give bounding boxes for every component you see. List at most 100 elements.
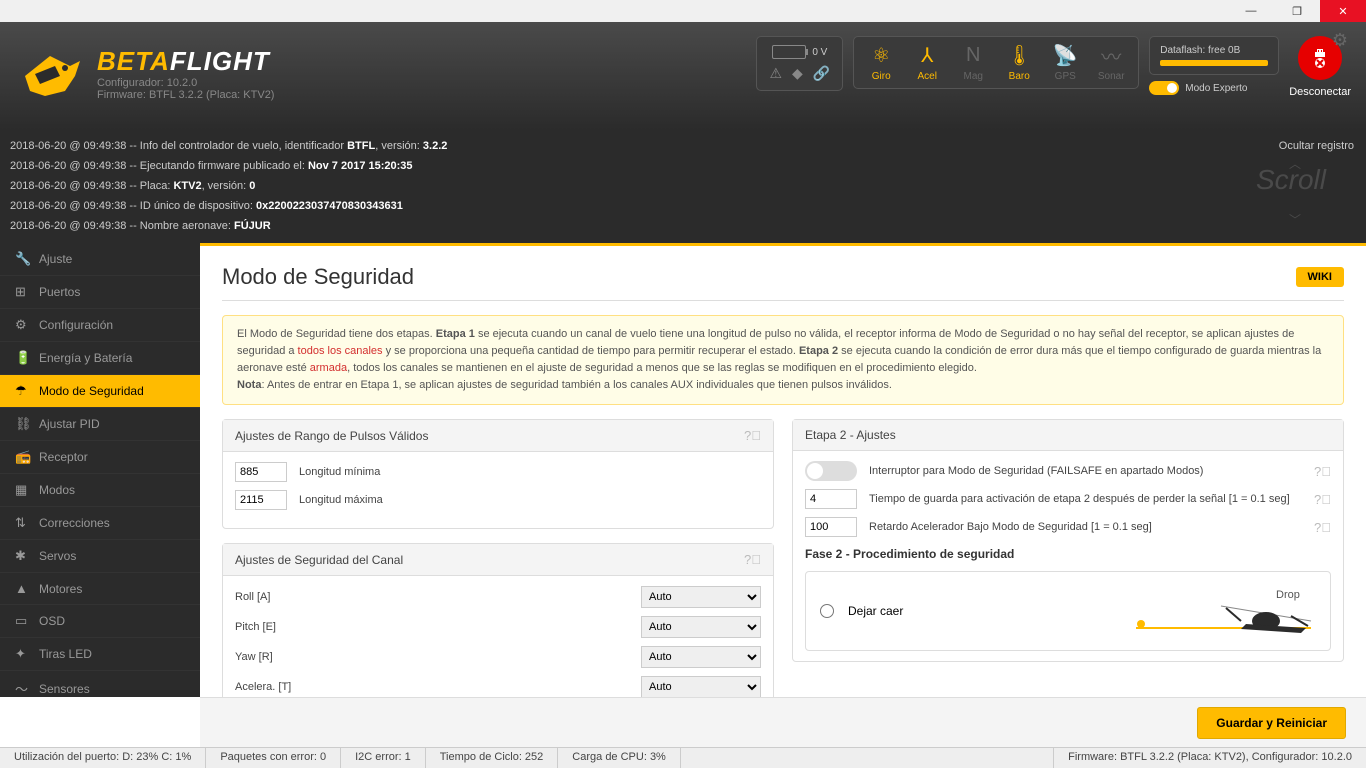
voltage-panel: 0 V ⚠ ◆ 🔗 [756, 36, 843, 91]
sidebar-item-modo-de-seguridad[interactable]: ☂Modo de Seguridad [0, 375, 200, 408]
sensor-gps: 📡GPS [1042, 43, 1088, 82]
window-maximize[interactable]: ❐ [1274, 0, 1320, 22]
settings-gear-icon[interactable]: ⚙ [1332, 30, 1348, 51]
min-length-label: Longitud mínima [299, 466, 761, 478]
sidebar-icon: ✦ [15, 646, 29, 662]
failsafe-switch-toggle[interactable] [805, 461, 857, 481]
sidebar-item-receptor[interactable]: 📻Receptor [0, 441, 200, 474]
sidebar-icon: ⇅ [15, 515, 29, 531]
channel-mode-select[interactable]: Auto [641, 616, 761, 638]
drop-procedure-option[interactable]: Dejar caer Drop [805, 571, 1331, 651]
window-minimize[interactable]: — [1228, 0, 1274, 22]
sidebar-item-sensores[interactable]: 〜Sensores [0, 671, 200, 697]
channel-mode-select[interactable]: Auto [641, 586, 761, 608]
sidebar-icon: 〜 [15, 679, 29, 697]
cpu-load: Carga de CPU: 3% [558, 748, 681, 768]
phase2-heading: Fase 2 - Procedimiento de seguridad [805, 547, 1331, 561]
sidebar-item-ajustar-pid[interactable]: ⛓ Ajustar PID [0, 408, 200, 441]
throttle-delay-input[interactable] [805, 517, 857, 537]
sidebar-item-label: Ajustar PID [39, 417, 100, 431]
dataflash-bar [1160, 60, 1268, 66]
sidebar-icon: ⊞ [15, 284, 29, 300]
sensor-giro: ⚛ Giro [858, 43, 904, 82]
sensor-label: Sonar [1098, 71, 1125, 82]
i2c-errors: I2C error: 1 [341, 748, 426, 768]
help-icon[interactable]: ?⃝ [1314, 464, 1331, 479]
sidebar-item-label: Receptor [39, 450, 88, 464]
firmware-version: Firmware: BTFL 3.2.2 (Placa: KTV2) [97, 89, 274, 101]
sidebar-icon: ⚙ [15, 317, 29, 333]
sidebar-icon: ⛓ [15, 416, 29, 432]
channel-mode-select[interactable]: Auto [641, 646, 761, 668]
sensor-baro: 🌡Baro [996, 43, 1042, 82]
sidebar-item-label: Motores [39, 582, 82, 596]
guard-time-label: Tiempo de guarda para activación de etap… [869, 493, 1302, 505]
sensor-icon: ⅄ [921, 43, 933, 67]
help-icon[interactable]: ?⃝ [1314, 520, 1331, 535]
help-icon[interactable]: ?⃝ [744, 552, 761, 567]
help-icon[interactable]: ?⃝ [1314, 492, 1331, 507]
sensor-label: Baro [1009, 71, 1030, 82]
content-area: Modo de Seguridad WIKI El Modo de Seguri… [200, 243, 1366, 697]
sidebar: 🔧Ajuste⊞Puertos⚙Configuración🔋Energía y … [0, 243, 200, 697]
drop-illustration: Drop [1126, 586, 1316, 636]
panel-title: Ajustes de Seguridad del Canal [235, 553, 403, 567]
dataflash-panel[interactable]: Dataflash: free 0B [1149, 36, 1279, 75]
disconnect-label: Desconectar [1289, 86, 1351, 98]
max-length-input[interactable] [235, 490, 287, 510]
sidebar-item-servos[interactable]: ✱Servos [0, 540, 200, 573]
expert-mode-toggle[interactable]: Modo Experto [1149, 81, 1279, 95]
sensor-label: GPS [1055, 71, 1076, 82]
log-line: 2018-06-20 @ 09:49:38 -- Placa: KTV2, ve… [10, 176, 1356, 196]
sensor-icon: 〰 [1101, 43, 1121, 67]
sidebar-icon: ▭ [15, 613, 29, 629]
sidebar-item-ajuste[interactable]: 🔧Ajuste [0, 243, 200, 276]
guard-time-input[interactable] [805, 489, 857, 509]
min-length-input[interactable] [235, 462, 287, 482]
panel-title: Etapa 2 - Ajustes [805, 428, 896, 442]
sidebar-item-modos[interactable]: ▦Modos [0, 474, 200, 507]
sidebar-item-energía-y-batería[interactable]: 🔋Energía y Batería [0, 342, 200, 375]
sidebar-item-configuración[interactable]: ⚙Configuración [0, 309, 200, 342]
port-usage: Utilización del puerto: D: 23% C: 1% [0, 748, 206, 768]
save-reboot-button[interactable]: Guardar y Reiniciar [1197, 707, 1346, 739]
sensor-label: Giro [872, 71, 891, 82]
scroll-down-icon[interactable]: ﹀ [1289, 210, 1301, 230]
configurator-version: Configurador: 10.2.0 [97, 77, 274, 89]
link-icon: 🔗 [813, 65, 830, 82]
packet-errors: Paquetes con error: 0 [206, 748, 341, 768]
sensor-label: Mag [964, 71, 983, 82]
log-line: 2018-06-20 @ 09:49:38 -- Nombre aeronave… [10, 216, 1356, 236]
sidebar-icon: ☂ [15, 383, 29, 399]
drop-label: Dejar caer [848, 604, 903, 618]
log-line: 2018-06-20 @ 09:49:38 -- ID único de dis… [10, 196, 1356, 216]
sidebar-item-tiras-led[interactable]: ✦Tiras LED [0, 638, 200, 671]
channel-mode-select[interactable]: Auto [641, 676, 761, 697]
drop-radio[interactable] [820, 604, 834, 618]
hide-log-button[interactable]: Ocultar registro [1279, 136, 1354, 156]
wiki-button[interactable]: WIKI [1296, 267, 1344, 287]
sidebar-item-correcciones[interactable]: ⇅ Correcciones [0, 507, 200, 540]
stage2-panel: Etapa 2 - Ajustes Interruptor para Modo … [792, 419, 1344, 662]
channel-label: Pitch [E] [235, 621, 305, 633]
firmware-info: Firmware: BTFL 3.2.2 (Placa: KTV2), Conf… [1053, 748, 1366, 768]
sidebar-item-puertos[interactable]: ⊞Puertos [0, 276, 200, 309]
log-line: 2018-06-20 @ 09:49:38 -- Info del contro… [10, 136, 1356, 156]
channel-label: Acelera. [T] [235, 681, 305, 693]
sensor-icon: ⚛ [872, 43, 890, 67]
voltage-value: 0 V [812, 47, 827, 58]
channel-row: Roll [A]Auto [235, 586, 761, 608]
throttle-delay-label: Retardo Acelerador Bajo Modo de Segurida… [869, 521, 1302, 533]
sensor-label: Acel [918, 71, 937, 82]
sensor-icon: N [966, 43, 980, 67]
help-icon[interactable]: ?⃝ [744, 428, 761, 443]
sidebar-item-motores[interactable]: ▲Motores [0, 573, 200, 605]
sidebar-item-label: Correcciones [39, 516, 110, 530]
page-title: Modo de Seguridad [222, 264, 414, 290]
sidebar-item-label: Energía y Batería [39, 351, 132, 365]
info-box: El Modo de Seguridad tiene dos etapas. E… [222, 315, 1344, 405]
scroll-label: Scroll [1256, 170, 1326, 190]
sidebar-item-osd[interactable]: ▭OSD [0, 605, 200, 638]
sensor-mag: N Mag [950, 43, 996, 82]
window-close[interactable]: ✕ [1320, 0, 1366, 22]
